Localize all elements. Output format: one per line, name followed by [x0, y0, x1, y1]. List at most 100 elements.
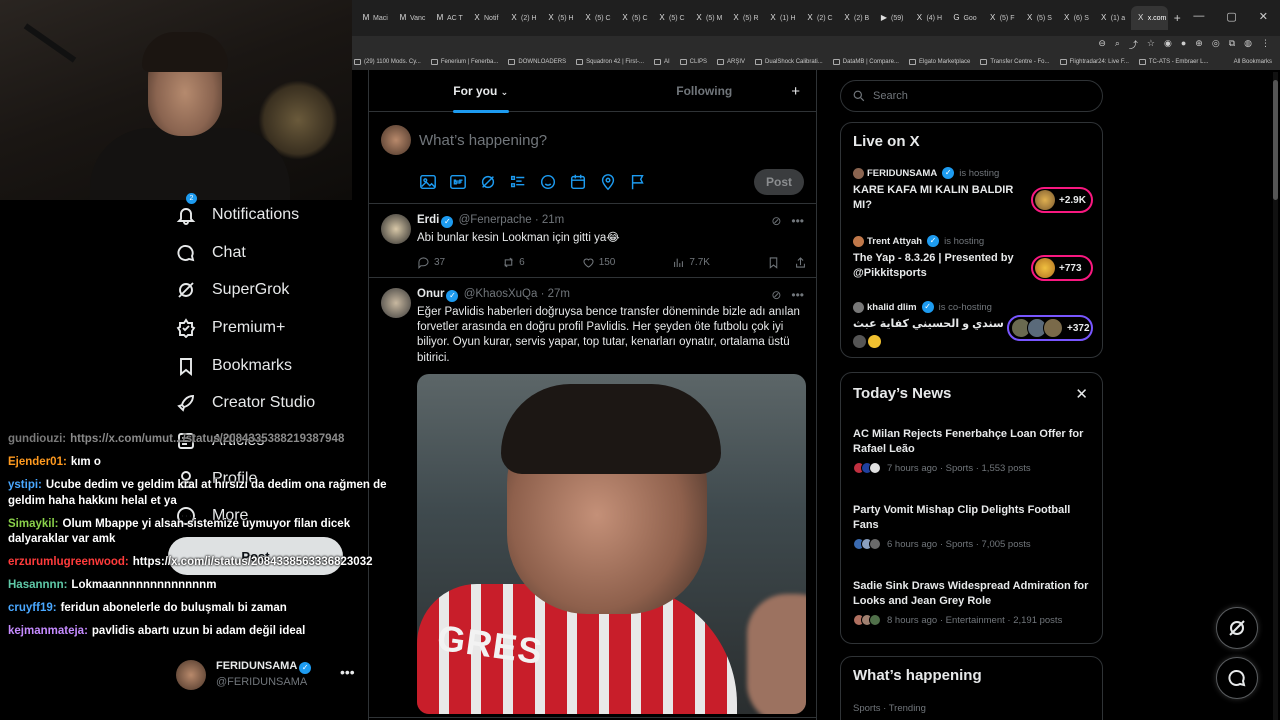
browser-tab[interactable]: X (5) R — [726, 6, 763, 30]
extension-icon[interactable]: ● — [1181, 38, 1186, 51]
browser-tab[interactable]: X (5) C — [578, 6, 615, 30]
tweet[interactable]: Onur ✓ @KhaosXuQa · 27m ⊘ ••• Eğer Pavlid… — [369, 278, 816, 718]
browser-tab[interactable]: X (5) M — [689, 6, 726, 30]
browser-tab[interactable]: M Vanc — [393, 6, 430, 30]
tweet-media-video[interactable]: GRES — [417, 374, 806, 714]
poll-icon[interactable] — [509, 173, 527, 191]
bookmark-item[interactable]: Squadron 42 | First-... — [576, 59, 644, 65]
tweet[interactable]: Erdi ✓ @Fenerpache · 21m ⊘ ••• Abi bunlar… — [369, 204, 816, 278]
browser-tab[interactable]: X (6) S — [1057, 6, 1094, 30]
repost-button[interactable]: 6 — [502, 256, 525, 269]
news-item[interactable]: Sadie Sink Draws Widespread Admiration f… — [853, 579, 1093, 626]
live-listeners-pill[interactable]: +372 — [1007, 315, 1093, 341]
author-name[interactable]: Onur — [417, 288, 444, 300]
live-listeners-pill[interactable]: +773 — [1031, 255, 1093, 281]
close-window-icon[interactable]: ✕ — [1259, 10, 1268, 23]
avatar[interactable] — [381, 214, 411, 244]
bookmark-item[interactable]: (29) 1100 Mods. Cy... — [354, 59, 421, 65]
bookmark-item[interactable]: Fenerium | Fenerba... — [430, 59, 498, 65]
browser-tab[interactable]: M Maci — [356, 6, 393, 30]
bookmark-item[interactable]: TC-ATS - Embraer L... — [1138, 59, 1208, 65]
more-icon[interactable]: ••• — [791, 214, 804, 228]
sidebar-item-notifications[interactable]: 2 Notifications — [168, 193, 358, 234]
share-icon[interactable] — [794, 256, 807, 269]
bookmark-item[interactable]: AI — [654, 59, 670, 65]
author-name[interactable]: Erdi — [417, 214, 439, 226]
views-button[interactable]: 7.7K — [672, 256, 710, 269]
grok-icon[interactable]: ⊘ — [771, 214, 781, 228]
live-item[interactable]: khalid dlim ✓ is co-hosting سندي و الحسيني… — [853, 301, 1093, 348]
grok-fab-button[interactable] — [1216, 607, 1258, 649]
share-icon[interactable]: ⤴ — [1129, 38, 1138, 51]
sidebar-item-creator-studio[interactable]: Creator Studio — [168, 384, 358, 422]
bookmark-star-icon[interactable]: ☆ — [1147, 38, 1155, 51]
browser-tab[interactable]: X (5) F — [983, 6, 1020, 30]
author-handle[interactable]: @KhaosXuQa — [464, 288, 538, 300]
tweet-time[interactable]: 27m — [548, 288, 570, 300]
browser-tab[interactable]: X (2) H — [504, 6, 541, 30]
bookmark-item[interactable]: DataMB | Compare... — [832, 59, 899, 65]
profile-icon[interactable]: ◍ — [1244, 38, 1252, 51]
browser-tab[interactable]: X (2) C — [800, 6, 837, 30]
minimize-icon[interactable]: — — [1193, 10, 1204, 23]
browser-tab[interactable]: X (5) C — [615, 6, 652, 30]
news-item[interactable]: AC Milan Rejects Fenerbahçe Loan Offer f… — [853, 427, 1093, 474]
schedule-icon[interactable] — [569, 173, 587, 191]
bookmark-item[interactable]: Transfer Centre - Fo... — [980, 59, 1050, 65]
close-icon[interactable]: ✕ — [1075, 385, 1088, 403]
bookmark-button[interactable] — [767, 256, 807, 269]
bookmark-item[interactable]: DualShock Calibrati... — [755, 59, 823, 65]
browser-tab[interactable]: X Notif — [467, 6, 504, 30]
browser-tab[interactable]: M AC T — [430, 6, 467, 30]
bookmark-item[interactable]: Elgato Marketplace — [908, 59, 970, 65]
composer-input[interactable]: What’s happening? — [419, 132, 547, 149]
more-icon[interactable]: ••• — [791, 288, 804, 302]
zoom-out-icon[interactable]: ⊖ — [1098, 38, 1106, 51]
extension-icon[interactable]: ◎ — [1212, 38, 1220, 51]
emoji-icon[interactable] — [539, 173, 557, 191]
bookmark-item[interactable]: DOWNLOADERS — [508, 59, 566, 65]
bookmark-item[interactable]: ARŞIV — [717, 59, 745, 65]
reply-button[interactable]: 37 — [417, 256, 445, 269]
all-bookmarks[interactable]: All Bookmarks — [1234, 59, 1280, 65]
author-handle[interactable]: @Fenerpache — [459, 214, 532, 226]
grok-icon[interactable] — [479, 173, 497, 191]
extension-icon[interactable]: ⊕ — [1195, 38, 1203, 51]
search-icon[interactable]: ⌕ — [1115, 38, 1120, 51]
bookmark-item[interactable]: Flightradar24: Live F... — [1059, 59, 1129, 65]
browser-tab[interactable]: G Goo — [946, 6, 982, 30]
tweet-time[interactable]: 21m — [542, 214, 564, 226]
sidebar-item-chat[interactable]: Chat — [168, 234, 358, 272]
chat-fab-button[interactable] — [1216, 657, 1258, 699]
browser-tab[interactable]: X (4) H — [909, 6, 946, 30]
composer-post-button[interactable]: Post — [754, 169, 804, 195]
live-listeners-pill[interactable]: +2.9K — [1031, 187, 1093, 213]
search-input[interactable]: Search — [840, 80, 1103, 112]
menu-icon[interactable]: ⋮ — [1261, 38, 1270, 51]
browser-tab[interactable]: X (5) C — [652, 6, 689, 30]
sidebar-item-premium[interactable]: Premium+ — [168, 309, 358, 347]
like-button[interactable]: 150 — [582, 256, 615, 269]
image-icon[interactable] — [419, 173, 437, 191]
new-tab-button[interactable]: + — [1174, 11, 1181, 25]
live-item[interactable]: Trent Attyah ✓ is hosting The Yap - 8.3.26… — [853, 235, 1093, 281]
live-item[interactable]: FERIDUNSAMA ✓ is hosting KARE KAFA MI KALI… — [853, 167, 1093, 213]
maximize-icon[interactable]: ▢ — [1226, 10, 1236, 23]
gif-icon[interactable] — [449, 173, 467, 191]
news-item[interactable]: Party Vomit Mishap Clip Delights Footbal… — [853, 503, 1093, 550]
bookmark-item[interactable]: CLIPS — [679, 59, 707, 65]
page-scrollbar[interactable] — [1273, 72, 1278, 720]
browser-tab[interactable]: Xx.com — [1130, 6, 1168, 30]
extension-icon[interactable]: ◉ — [1164, 38, 1172, 51]
browser-tab[interactable]: X (1) H — [763, 6, 800, 30]
sidebar-item-bookmarks[interactable]: Bookmarks — [168, 347, 358, 385]
browser-tab[interactable]: X (1) a — [1094, 6, 1131, 30]
avatar[interactable] — [381, 288, 411, 318]
browser-tab[interactable]: X (5) S — [1020, 6, 1057, 30]
flag-icon[interactable] — [629, 173, 647, 191]
avatar[interactable] — [381, 125, 411, 155]
add-feed-button[interactable]: + — [791, 83, 800, 100]
puzzle-icon[interactable]: ⧉ — [1229, 38, 1235, 51]
grok-icon[interactable]: ⊘ — [771, 288, 781, 302]
scrollbar-thumb[interactable] — [1273, 80, 1278, 200]
